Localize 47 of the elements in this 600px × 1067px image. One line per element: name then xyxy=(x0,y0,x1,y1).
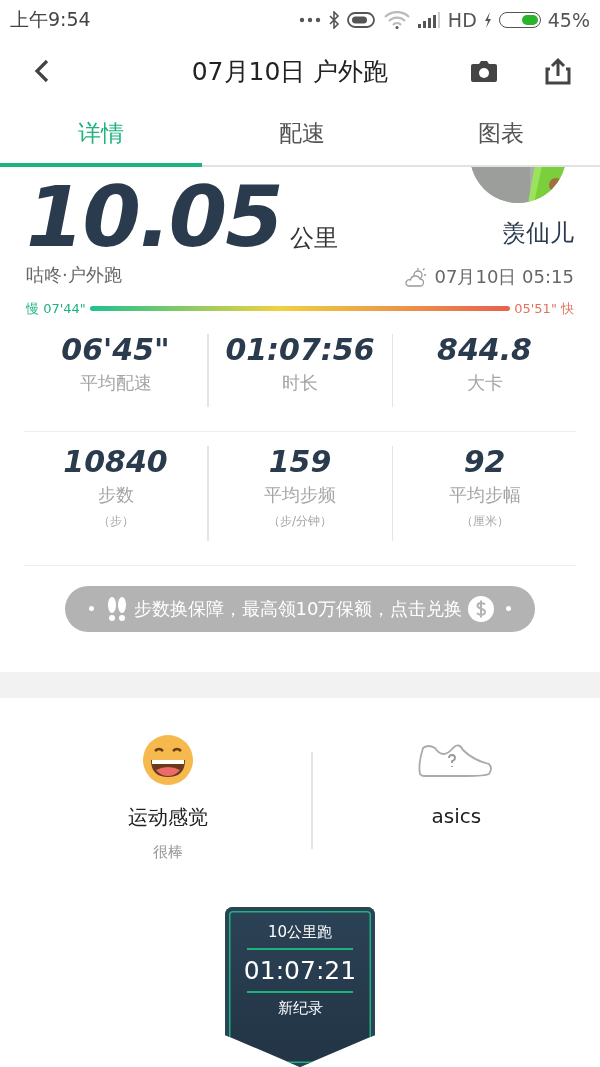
page-title: 07月10日 户外跑 xyxy=(190,55,390,88)
footprints-icon xyxy=(105,595,128,622)
stat-value: 92 xyxy=(463,444,506,480)
tab[interactable]: 图表 xyxy=(401,103,600,168)
battery-percent: 45% xyxy=(547,8,590,31)
stat-label: 步数 xyxy=(97,483,134,508)
charging-icon xyxy=(483,11,492,28)
share-icon[interactable] xyxy=(544,57,572,86)
activity-source: 咕咚·户外跑 xyxy=(26,263,123,288)
bluetooth-icon xyxy=(327,10,340,29)
status-time: 上午9:54 xyxy=(10,6,91,32)
record-title: 10公里跑 xyxy=(267,923,333,942)
stat-label: 大卡 xyxy=(466,370,503,395)
extra-subtitle: 很棒 xyxy=(152,842,183,862)
extra-title: asics xyxy=(431,803,482,828)
stat-value: 159 xyxy=(268,444,332,480)
stat-value: 10840 xyxy=(63,444,168,480)
distance-unit: 公里 xyxy=(289,223,338,255)
stat-label: 平均步频 xyxy=(264,483,336,508)
laughing-face-icon xyxy=(141,733,194,786)
stat-unit: （步） xyxy=(97,513,134,531)
stat-value: 01:07:56 xyxy=(225,331,375,367)
stat-unit: （步/分钟） xyxy=(267,513,332,531)
more-icon xyxy=(298,16,321,23)
stat-label: 平均步幅 xyxy=(448,483,521,508)
distance-value: 10.05 xyxy=(26,171,282,264)
tab[interactable]: 配速 xyxy=(202,103,401,168)
stat-value: 844.8 xyxy=(437,331,532,367)
dollar-coin-icon xyxy=(468,595,495,622)
network-label: HD xyxy=(447,8,477,31)
extra-title: 运动感觉 xyxy=(127,803,208,831)
signal-icon xyxy=(416,11,441,28)
activity-datetime: 07月10日 05:15 xyxy=(434,265,574,290)
stat-value: 06'45" xyxy=(61,331,170,367)
stat-unit: （厘米） xyxy=(460,513,509,531)
camera-icon[interactable] xyxy=(470,59,498,84)
stat-label: 时长 xyxy=(282,370,318,395)
wifi-icon xyxy=(383,10,410,29)
back-icon[interactable] xyxy=(34,59,50,84)
weather-icon xyxy=(402,267,427,288)
toggle-icon xyxy=(346,10,377,29)
user-name: 羡仙儿 xyxy=(502,218,574,250)
stat-label: 平均配速 xyxy=(79,370,152,395)
record-note: 新纪录 xyxy=(277,999,323,1018)
fastest-pace: 05'51" 快 xyxy=(514,299,574,318)
record-time: 01:07:21 xyxy=(243,956,357,985)
slowest-pace: 慢 07'44" xyxy=(26,299,86,318)
